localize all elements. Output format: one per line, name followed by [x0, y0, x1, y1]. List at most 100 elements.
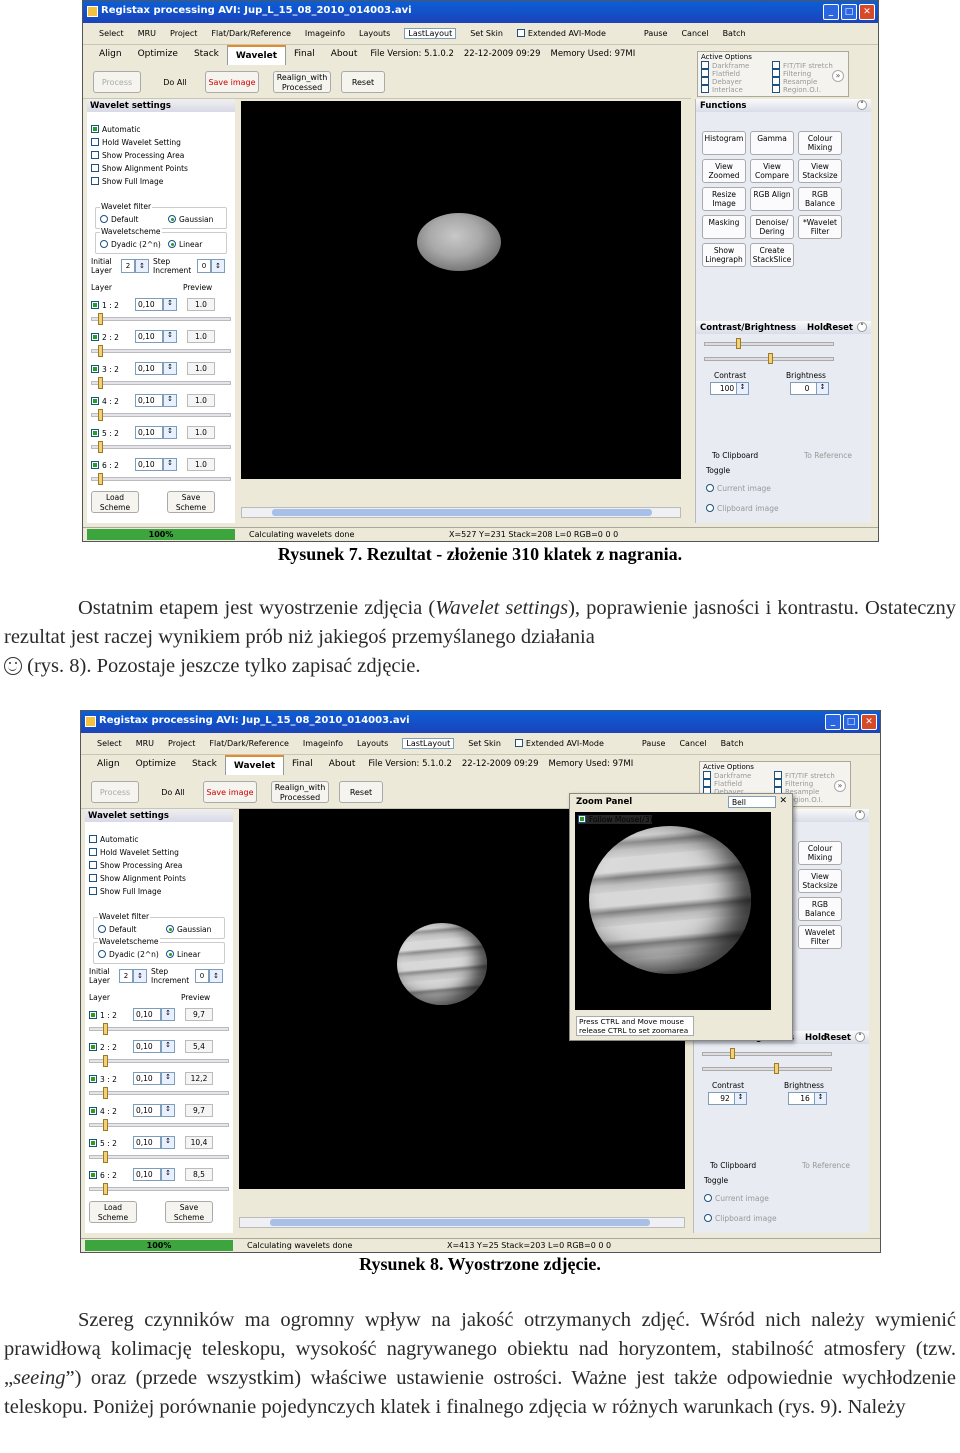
menu-flat-dark[interactable]: Flat/Dark/Reference: [211, 29, 291, 38]
extended-avi-checkbox[interactable]: Extended AVI-Mode: [516, 29, 606, 38]
layer-value-input[interactable]: 0,10: [135, 362, 163, 375]
step-increment-input[interactable]: 0: [195, 969, 209, 983]
menu-set-skin[interactable]: Set Skin: [470, 29, 503, 38]
rgb-align-button[interactable]: RGB Align: [750, 187, 794, 211]
process-button[interactable]: Process: [91, 781, 139, 803]
menu-select[interactable]: Select: [99, 29, 124, 38]
reset-button[interactable]: Reset: [339, 781, 383, 803]
collapse-icon[interactable]: ˅: [855, 810, 865, 820]
show-processing-checkbox[interactable]: Show Processing Area: [91, 151, 184, 160]
spin-icon[interactable]: ↕: [163, 362, 177, 375]
spin-icon[interactable]: ↕: [161, 1136, 175, 1149]
realign-button[interactable]: Realign_with Processed: [271, 781, 329, 803]
collapse-icon[interactable]: ˅: [857, 322, 867, 332]
layer-value-input[interactable]: 0,10: [135, 330, 163, 343]
spin-icon[interactable]: ↕: [163, 330, 177, 343]
to-clipboard-button[interactable]: To Clipboard: [712, 451, 758, 460]
layer-slider-thumb[interactable]: [98, 313, 103, 325]
layer-slider-thumb[interactable]: [98, 377, 103, 389]
menu-layouts[interactable]: Layouts: [357, 739, 388, 748]
layer-slider[interactable]: [89, 1187, 229, 1191]
menu-project[interactable]: Project: [168, 739, 195, 748]
spin-icon[interactable]: ↕: [133, 969, 147, 983]
maximize-button[interactable]: □: [841, 4, 857, 20]
layer-checkbox[interactable]: 5 : 2: [89, 1139, 117, 1148]
contrast-slider[interactable]: [704, 342, 834, 346]
menu-cancel[interactable]: Cancel: [679, 739, 706, 748]
layer-slider[interactable]: [89, 1027, 229, 1031]
layer-value-input[interactable]: 0,10: [135, 394, 163, 407]
tab-wavelet[interactable]: Wavelet: [226, 45, 287, 65]
show-alignment-checkbox[interactable]: Show Alignment Points: [89, 874, 186, 883]
horizontal-scrollbar[interactable]: [239, 1217, 685, 1228]
spin-icon[interactable]: ↕: [816, 382, 829, 395]
follow-mouse-checkbox[interactable]: Follow Mouse(/3): [578, 815, 653, 824]
layer-slider-thumb[interactable]: [98, 441, 103, 453]
menu-imageinfo[interactable]: Imageinfo: [305, 29, 345, 38]
menu-select[interactable]: Select: [97, 739, 122, 748]
spin-icon[interactable]: ↕: [163, 394, 177, 407]
reset-contrast-button[interactable]: Reset: [824, 1033, 851, 1043]
layer-slider-thumb[interactable]: [103, 1151, 108, 1163]
automatic-checkbox[interactable]: Automatic: [89, 835, 138, 844]
layer-slider[interactable]: [91, 317, 231, 321]
wavelet-filter-button[interactable]: Wavelet Filter: [798, 925, 842, 949]
masking-button[interactable]: Masking: [702, 215, 746, 239]
rgb-balance-button[interactable]: RGB Balance: [798, 187, 842, 211]
layer-value-input[interactable]: 0,10: [133, 1072, 161, 1085]
layer-checkbox[interactable]: 6 : 2: [91, 461, 119, 470]
layer-slider[interactable]: [91, 445, 231, 449]
layer-checkbox[interactable]: 3 : 2: [91, 365, 119, 374]
menu-project[interactable]: Project: [170, 29, 197, 38]
spin-icon[interactable]: ↕: [163, 298, 177, 311]
load-scheme-button[interactable]: Load Scheme: [91, 491, 139, 513]
default-radio[interactable]: Default: [98, 925, 136, 934]
layer-value-input[interactable]: 0,10: [133, 1168, 161, 1181]
tab-stack[interactable]: Stack: [184, 755, 225, 775]
tab-about[interactable]: About: [323, 45, 366, 65]
brightness-slider[interactable]: [702, 1067, 832, 1071]
layer-checkbox[interactable]: 1 : 2: [89, 1011, 117, 1020]
menu-pause[interactable]: Pause: [642, 739, 666, 748]
menu-imageinfo[interactable]: Imageinfo: [303, 739, 343, 748]
default-radio[interactable]: Default: [100, 215, 138, 224]
tab-final[interactable]: Final: [286, 45, 323, 65]
layer-slider-thumb[interactable]: [98, 345, 103, 357]
histogram-button[interactable]: Histogram: [702, 131, 746, 155]
dyadic-radio[interactable]: Dyadic (2^n): [100, 240, 161, 249]
tab-final[interactable]: Final: [284, 755, 321, 775]
load-scheme-button[interactable]: Load Scheme: [89, 1201, 137, 1223]
scroll-thumb[interactable]: [272, 509, 652, 516]
show-processing-checkbox[interactable]: Show Processing Area: [89, 861, 182, 870]
step-increment-input[interactable]: 0: [197, 259, 211, 273]
current-image-radio[interactable]: Current image: [704, 1194, 769, 1203]
layer-slider-thumb[interactable]: [98, 473, 103, 485]
wavelet-filter-button[interactable]: *Wavelet Filter: [798, 215, 842, 239]
colour-mixing-button[interactable]: Colour Mixing: [798, 841, 842, 865]
minimize-button[interactable]: _: [823, 4, 839, 20]
initial-layer-input[interactable]: 2: [121, 259, 135, 273]
tab-align[interactable]: Align: [89, 755, 128, 775]
layer-slider[interactable]: [89, 1123, 229, 1127]
zoom-view[interactable]: [575, 812, 771, 1010]
reset-contrast-button[interactable]: Reset: [826, 323, 853, 333]
layer-checkbox[interactable]: 4 : 2: [91, 397, 119, 406]
layer-slider-thumb[interactable]: [103, 1087, 108, 1099]
resize-image-button[interactable]: Resize Image: [702, 187, 746, 211]
contrast-slider[interactable]: [702, 1052, 832, 1056]
do-all-button[interactable]: Do All: [151, 781, 195, 803]
layer-checkbox[interactable]: 6 : 2: [89, 1171, 117, 1180]
close-icon[interactable]: ✕: [779, 796, 787, 806]
tab-optimize[interactable]: Optimize: [128, 755, 184, 775]
layer-slider[interactable]: [91, 477, 231, 481]
spin-icon[interactable]: ↕: [209, 969, 223, 983]
initial-layer-input[interactable]: 2: [119, 969, 133, 983]
contrast-slider-thumb[interactable]: [736, 338, 741, 349]
minimize-button[interactable]: _: [825, 714, 841, 730]
menu-batch[interactable]: Batch: [723, 29, 746, 38]
view-stacksize-button[interactable]: View Stacksize: [798, 159, 842, 183]
realign-button[interactable]: Realign_with Processed: [273, 71, 331, 93]
close-button[interactable]: ✕: [859, 4, 875, 20]
clipboard-image-radio[interactable]: Clipboard image: [706, 504, 779, 513]
contrast-slider-thumb[interactable]: [730, 1048, 735, 1059]
